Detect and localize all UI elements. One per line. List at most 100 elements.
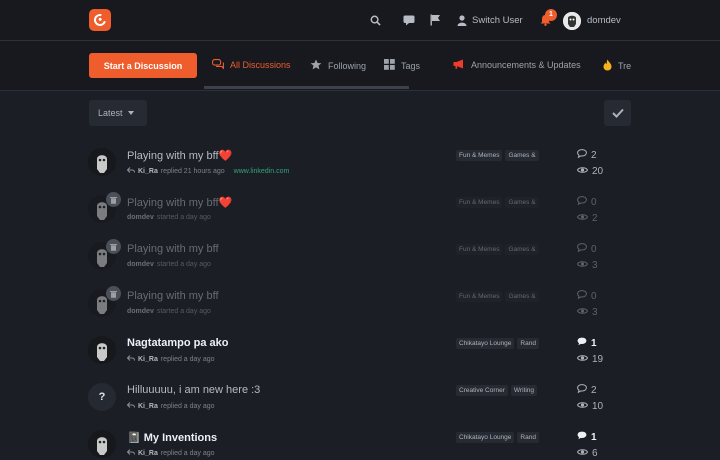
avatar[interactable] [88,336,116,364]
activity-text: replied a day ago [160,402,215,410]
tab-tags[interactable]: Tags [384,59,420,72]
tag-list: Chikatayo Lounge Rand [456,338,564,349]
username[interactable]: Ki_Ra [138,450,158,457]
avatar[interactable] [563,12,581,30]
tag-label[interactable]: Games & [505,291,539,302]
discussion-item[interactable]: Playing with my bff domdev started a day… [88,239,633,288]
username[interactable]: Ki_Ra [138,403,158,410]
view-count: 20 [576,166,603,177]
tag-label[interactable]: Fun & Memes [456,150,503,161]
avatar[interactable] [88,148,116,176]
discussion-meta: Ki_Ra replied a day ago [126,355,215,363]
tag-label[interactable]: Fun & Memes [456,244,503,255]
tag-label[interactable]: Fun & Memes [456,291,503,302]
view-count: 6 [576,448,598,459]
discussion-item[interactable]: Playing with my bff❤️ domdev started a d… [88,192,633,241]
start-discussion-button[interactable]: Start a Discussion [89,53,197,78]
discussion-title[interactable]: 📓 My Inventions [127,431,217,444]
username[interactable]: Ki_Ra [138,168,158,175]
switch-user-link[interactable]: Switch User [472,15,523,26]
discussion-title[interactable]: Playing with my bff [127,243,219,255]
reply-count-value: 0 [591,196,597,208]
eye-icon [576,354,589,365]
tag-label[interactable]: Games & [505,150,539,161]
reply-count-value: 0 [591,243,597,255]
star-icon [310,59,322,72]
reply-count: 2 [577,149,597,161]
link-text[interactable]: www.linkedin.com [234,168,290,175]
tag-label[interactable]: Games & [505,197,539,208]
tab-all-discussions[interactable]: All Discussions [212,59,291,71]
view-count-value: 19 [592,354,604,365]
activity-text: started a day ago [156,308,211,315]
reply-count-value: 2 [591,149,597,161]
reply-icon [126,167,135,175]
tag-label[interactable]: Rand [517,432,539,443]
tab-announcements[interactable]: Announcements & Updates [453,59,581,71]
comment-icon [577,384,587,396]
chevron-down-icon [127,111,134,115]
tag-list: Creative Corner Writing [456,385,564,396]
discussion-title[interactable]: Playing with my bff [127,290,219,302]
activity-text: replied a day ago [160,449,215,457]
check-icon [611,108,624,118]
search-icon[interactable] [368,13,382,27]
view-count: 19 [576,354,604,365]
reply-count: 0 [577,290,597,302]
sort-dropdown[interactable]: Latest [89,100,147,126]
nav-scrollbar[interactable] [204,86,409,89]
username[interactable]: domdev [127,308,154,315]
reply-icon [126,355,135,363]
discussion-title[interactable]: Nagtatampo pa ako [127,337,228,349]
messages-icon[interactable] [402,13,416,27]
tag-label[interactable]: Games & [505,244,539,255]
tab-trending[interactable]: Tre [603,59,631,73]
view-count-value: 2 [592,213,598,224]
activity-text: started a day ago [156,214,211,221]
discussion-item[interactable]: Playing with my bff❤️ Ki_Ra replied 21 h… [88,148,633,194]
eye-icon [576,401,589,412]
tag-label[interactable]: Fun & Memes [456,197,503,208]
discussion-meta: domdev started a day ago [127,214,211,221]
view-count: 10 [576,401,603,412]
reply-count-value: 2 [591,384,597,396]
view-count-value: 6 [592,448,598,459]
discussion-title[interactable]: Hilluuuuu, i am new here :3 [127,384,260,396]
discussion-meta: domdev started a day ago [127,308,211,315]
avatar[interactable] [88,430,116,458]
user-icon[interactable] [455,13,469,27]
tab-label: Tags [401,60,421,71]
megaphone-icon [453,59,465,71]
mark-all-read-button[interactable] [604,100,631,126]
discussion-title[interactable]: Playing with my bff❤️ [127,149,232,162]
activity-text: replied a day ago [160,355,215,363]
tag-label[interactable]: Creative Corner [456,385,508,396]
tag-list: Fun & Memes Games & [456,291,564,302]
reply-icon [126,449,135,457]
trash-icon [106,286,121,301]
discussion-item[interactable]: 📓 My Inventions Ki_Ra replied a day ago … [88,430,633,460]
discussion-title[interactable]: Playing with my bff❤️ [127,196,232,209]
username[interactable]: Ki_Ra [138,356,158,363]
tab-following[interactable]: Following [310,59,366,72]
top-header: Switch User 1 domdev [0,0,720,41]
username[interactable]: domdev [127,261,154,268]
eye-icon [576,166,589,177]
tag-label[interactable]: Writing [510,385,537,396]
reply-count-value: 1 [591,431,597,443]
comment-icon [577,196,587,208]
flag-icon[interactable] [428,13,442,27]
tag-label[interactable]: Chikatayo Lounge [456,338,515,349]
username[interactable]: domdev [127,214,154,221]
forum-logo[interactable] [89,9,111,31]
discussion-meta: Ki_Ra replied a day ago [126,402,215,410]
discussion-item[interactable]: ? Hilluuuuu, i am new here :3 Ki_Ra repl… [88,383,633,429]
tag-label[interactable]: Chikatayo Lounge [456,432,515,443]
avatar[interactable]: ? [88,383,116,411]
username-label[interactable]: domdev [587,15,621,26]
tag-label[interactable]: Rand [517,338,539,349]
discussion-item[interactable]: Playing with my bff domdev started a day… [88,286,633,335]
sort-label: Latest [98,108,123,118]
view-count-value: 3 [592,307,598,318]
discussion-item[interactable]: Nagtatampo pa ako Ki_Ra replied a day ag… [88,336,633,382]
